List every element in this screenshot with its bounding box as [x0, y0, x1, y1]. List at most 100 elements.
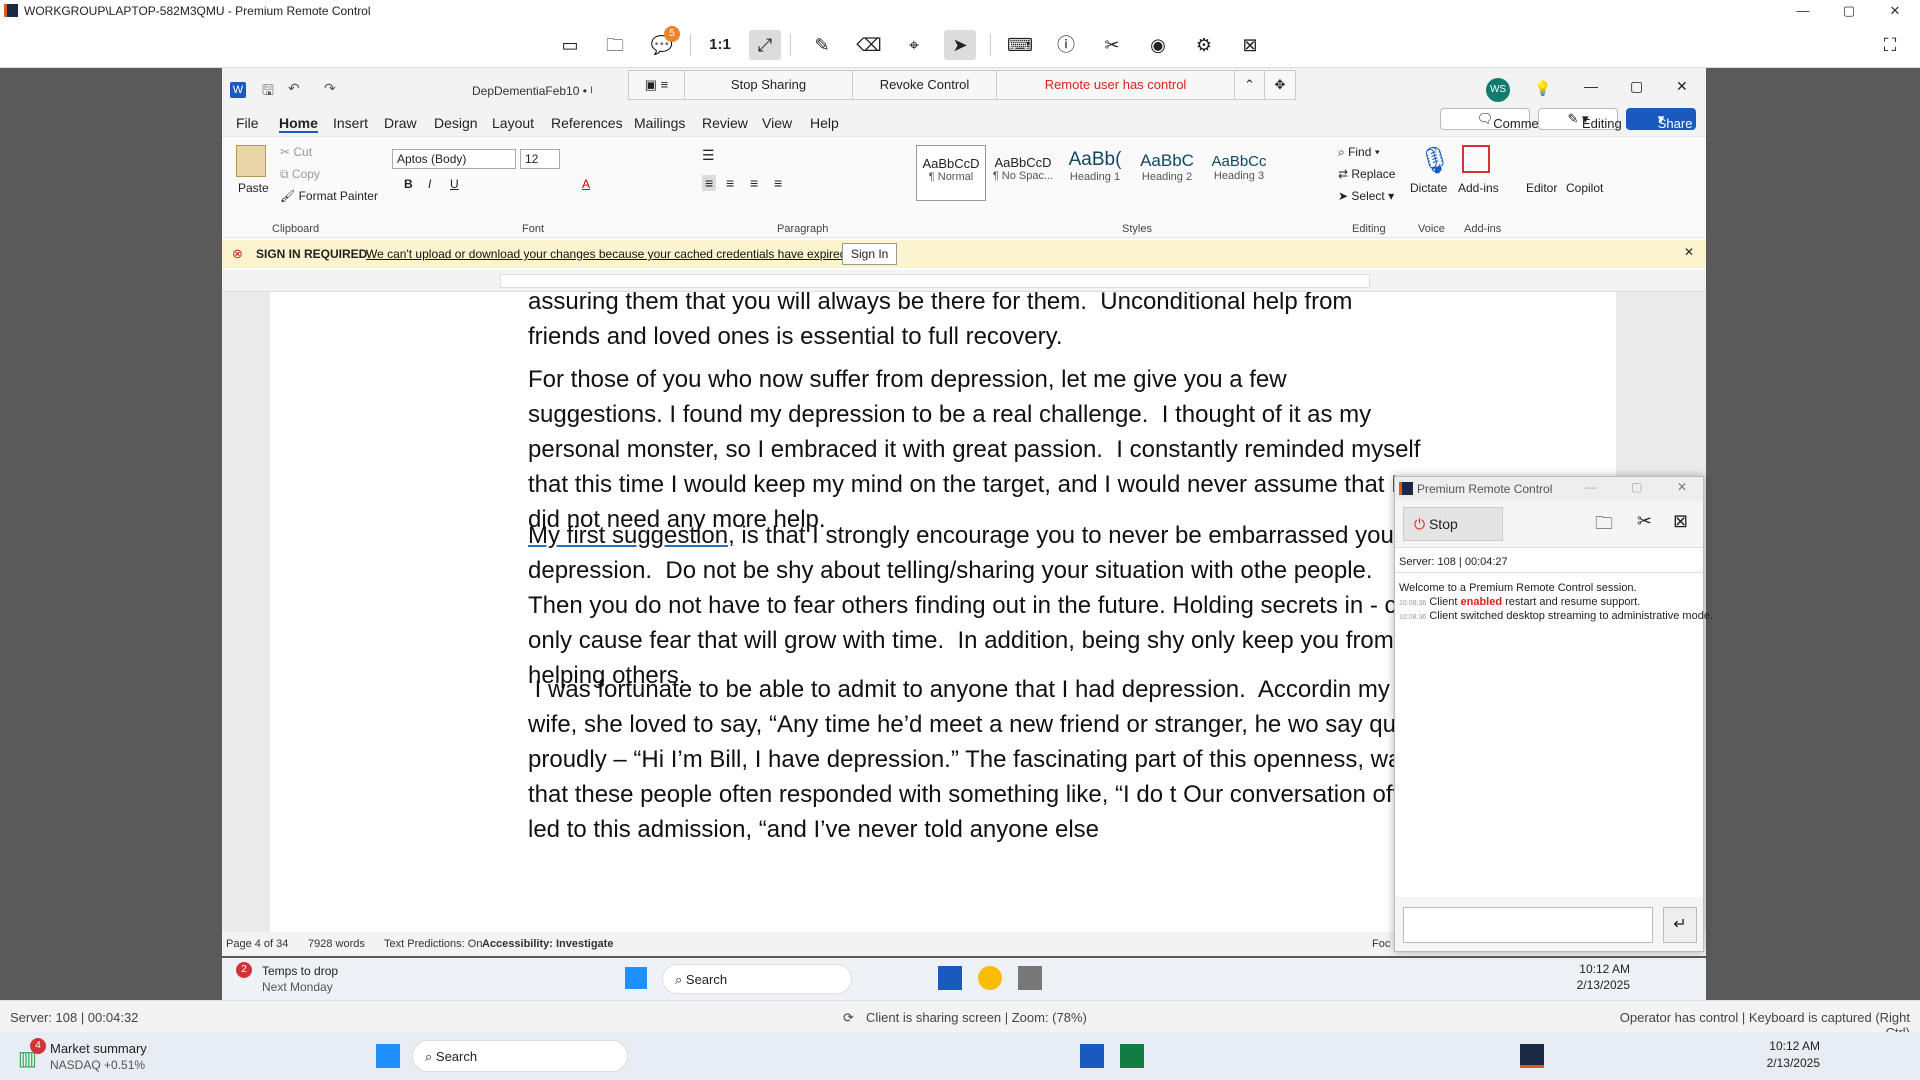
close-button[interactable]: ✕ — [1872, 0, 1918, 22]
copy-button[interactable]: ⧉ Copy — [280, 167, 320, 182]
pen-icon[interactable]: ✎ — [806, 30, 838, 60]
comments-button[interactable]: 🗨 Comments — [1440, 108, 1556, 131]
remote-search-box[interactable]: ⌕ Search — [662, 964, 852, 994]
paste-icon[interactable] — [236, 145, 266, 177]
remote-clock-time[interactable]: 10:12 AM — [1550, 962, 1630, 976]
disconnect-icon[interactable]: ⊠ — [1234, 30, 1266, 60]
tools-icon[interactable]: ✂ — [1096, 30, 1128, 60]
signin-message-link[interactable]: We can't upload or download your changes… — [366, 247, 850, 261]
maximize-button[interactable]: ▢ — [1826, 0, 1872, 22]
focus-button[interactable]: Foc — [1372, 938, 1390, 950]
share-button[interactable]: Share ▾ — [1626, 108, 1696, 131]
folder-icon[interactable]: 🗀 — [1595, 511, 1613, 541]
find-button[interactable]: ⌕ Find ▾ — [1338, 145, 1380, 160]
prc-maximize-button[interactable]: ▢ — [1631, 480, 1642, 494]
chevron-up-icon[interactable]: ⌃ — [1235, 71, 1265, 99]
page-count[interactable]: Page 4 of 34 — [226, 938, 288, 950]
menu-file[interactable]: File — [236, 115, 259, 131]
scale-button[interactable]: 1:1 — [704, 30, 736, 60]
underline-button[interactable]: U — [450, 177, 459, 191]
word-close-button[interactable]: ✕ — [1676, 78, 1688, 95]
revoke-control-button[interactable]: Revoke Control — [853, 71, 997, 99]
prc-close-button[interactable]: ✕ — [1677, 480, 1687, 494]
paste-button[interactable]: Paste — [238, 181, 269, 195]
style-normal[interactable]: AaBbCcD ¶ Normal — [916, 145, 986, 201]
save-icon[interactable]: 🖫 — [262, 80, 274, 104]
word-maximize-button[interactable]: ▢ — [1630, 78, 1643, 95]
pointer-icon[interactable]: ➤ — [944, 30, 976, 60]
editing-button[interactable]: ✎ Editing ▾ — [1538, 108, 1622, 131]
stop-session-button[interactable]: ⏻ Stop — [1403, 507, 1503, 541]
minimize-button[interactable]: — — [1780, 0, 1826, 22]
style-heading-1[interactable]: AaBb( Heading 1 — [1060, 145, 1130, 201]
align-left-icon[interactable]: ≡ — [702, 175, 717, 191]
bullets-icon[interactable]: ☰ — [702, 147, 715, 164]
info-icon[interactable]: ⓘ — [1050, 30, 1082, 60]
format-painter-button[interactable]: 🖌 Format Painter — [280, 189, 378, 203]
menu-layout[interactable]: Layout — [492, 115, 534, 131]
keyboard-icon[interactable]: ⌨ — [1004, 30, 1036, 60]
style-no-spacing[interactable]: AaBbCcD ¶ No Spac... — [988, 145, 1058, 201]
redo-icon[interactable]: ↷ — [324, 80, 336, 97]
prc-taskbar-icon[interactable] — [1520, 1044, 1544, 1068]
undo-icon[interactable]: ↶ — [288, 80, 300, 97]
eraser-icon[interactable]: ⌫ — [853, 30, 885, 60]
disconnect-icon[interactable]: ⊠ — [1673, 511, 1688, 532]
weather-title[interactable]: Temps to drop — [262, 964, 338, 978]
accessibility-status[interactable]: Accessibility: Investigate — [482, 938, 613, 950]
clock-time[interactable]: 10:12 AM — [1720, 1039, 1820, 1053]
menu-draw[interactable]: Draw — [384, 115, 417, 131]
font-name-select[interactable]: Aptos (Body) — [392, 149, 516, 169]
word-count[interactable]: 7928 words — [308, 938, 365, 950]
menu-references[interactable]: References — [551, 115, 623, 131]
prc-minimize-button[interactable]: — — [1585, 480, 1597, 494]
stop-sharing-button[interactable]: Stop Sharing — [685, 71, 853, 99]
font-color-button[interactable]: A — [582, 177, 590, 191]
menu-help[interactable]: Help — [810, 115, 839, 131]
editor-button[interactable]: Editor — [1526, 181, 1557, 195]
predictions-status[interactable]: Text Predictions: On — [384, 938, 482, 950]
excel-taskbar-icon[interactable] — [1120, 1044, 1144, 1068]
tools-icon[interactable]: ✂ — [1637, 511, 1652, 532]
send-icon[interactable]: ↵ — [1663, 907, 1697, 943]
bold-button[interactable]: B — [404, 177, 413, 191]
copilot-button[interactable]: Copilot — [1566, 181, 1603, 195]
align-right-icon[interactable]: ≡ — [750, 175, 758, 191]
signin-button[interactable]: Sign In — [842, 243, 898, 265]
chat-icon[interactable]: 💬 5 — [646, 26, 680, 60]
style-heading-2[interactable]: AaBbC Heading 2 — [1132, 145, 1202, 201]
italic-button[interactable]: I — [428, 177, 431, 191]
lightbulb-icon[interactable]: 💡 — [1534, 80, 1551, 97]
chrome-taskbar-icon[interactable] — [978, 966, 1002, 990]
cut-button[interactable]: ✂ Cut — [280, 145, 312, 159]
word-minimize-button[interactable]: — — [1584, 78, 1598, 94]
market-title[interactable]: Market summary — [50, 1041, 147, 1056]
style-heading-3[interactable]: AaBbCc Heading 3 — [1204, 145, 1274, 201]
remote-clock-date[interactable]: 2/13/2025 — [1550, 978, 1630, 992]
select-button[interactable]: ➤ Select ▾ — [1338, 189, 1394, 203]
record-icon[interactable]: ◉ — [1142, 30, 1174, 60]
monitor-icon[interactable]: ▭ — [554, 30, 586, 60]
menu-insert[interactable]: Insert — [333, 115, 368, 131]
gear-icon[interactable]: ⚙ — [1188, 30, 1220, 60]
close-icon[interactable]: ✕ — [1684, 245, 1694, 259]
remote-screen[interactable]: W 🖫 ↶ ↷ DepDementiaFeb10 • Uploac WS 💡 —… — [0, 68, 1920, 1000]
font-size-select[interactable]: 12 — [520, 149, 560, 169]
avatar[interactable]: WS — [1486, 78, 1510, 102]
settings-taskbar-icon[interactable] — [1018, 966, 1042, 990]
menu-mailings[interactable]: Mailings — [634, 115, 685, 131]
menu-home[interactable]: Home — [279, 115, 318, 133]
align-center-icon[interactable]: ≡ — [726, 175, 734, 191]
start-icon[interactable] — [625, 967, 647, 989]
pin-icon[interactable]: ⌖ — [898, 30, 930, 60]
word-taskbar-icon[interactable] — [1080, 1044, 1104, 1068]
folder-icon[interactable]: 🗀 — [599, 30, 631, 60]
move-icon[interactable]: ✥ — [1265, 71, 1295, 99]
menu-review[interactable]: Review — [702, 115, 748, 131]
dictate-button[interactable]: Dictate — [1410, 181, 1447, 195]
chat-input[interactable] — [1403, 907, 1653, 943]
addins-icon[interactable] — [1462, 145, 1490, 173]
search-box[interactable]: ⌕ Search — [412, 1040, 628, 1072]
justify-icon[interactable]: ≡ — [774, 175, 782, 191]
fullscreen-icon[interactable]: ⛶ — [1874, 30, 1906, 60]
